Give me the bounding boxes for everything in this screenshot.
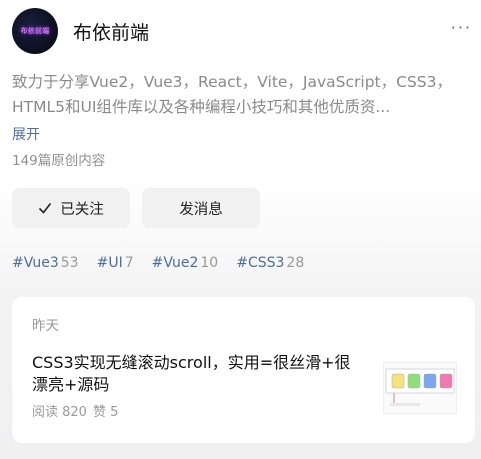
article-time: 昨天 bbox=[32, 318, 59, 334]
topic-tags: #Vue3 53 #UI 7 #Vue2 10 #CSS3 28 bbox=[12, 255, 322, 271]
tag-css3[interactable]: #CSS3 28 bbox=[236, 255, 304, 271]
article-title[interactable]: CSS3实现无缝滚动scroll，实用=很丝滑+很漂亮+源码 bbox=[32, 352, 352, 396]
message-button[interactable]: 发消息 bbox=[142, 188, 260, 228]
article-thumbnail bbox=[383, 362, 457, 414]
tag-count: 28 bbox=[286, 255, 305, 271]
thumb-block bbox=[391, 373, 405, 389]
thumb-block bbox=[407, 373, 421, 389]
tag-vue3[interactable]: #Vue3 53 bbox=[12, 255, 79, 271]
message-label: 发消息 bbox=[179, 201, 223, 218]
tag-name: #CSS3 bbox=[236, 255, 285, 271]
follow-button[interactable]: 已关注 bbox=[12, 188, 130, 228]
follow-label: 已关注 bbox=[60, 201, 104, 218]
account-description: 致力于分享Vue2，Vue3，React，Vite，JavaScript，CSS… bbox=[12, 73, 452, 116]
avatar-text: 布依前端 bbox=[20, 27, 50, 35]
account-name[interactable]: 布依前端 bbox=[73, 18, 149, 45]
tag-vue2[interactable]: #Vue2 10 bbox=[152, 255, 219, 271]
tag-count: 53 bbox=[60, 255, 79, 271]
article-meta: 阅读 820 赞 5 bbox=[32, 401, 124, 420]
article-card[interactable]: 昨天 CSS3实现无缝滚动scroll，实用=很丝滑+很漂亮+源码 阅读 820… bbox=[12, 297, 475, 443]
post-count: 149篇原创内容 bbox=[12, 153, 106, 169]
tag-ui[interactable]: #UI 7 bbox=[97, 255, 134, 271]
tag-count: 7 bbox=[124, 255, 134, 271]
tag-name: #Vue2 bbox=[151, 255, 199, 271]
tag-name: #UI bbox=[96, 255, 123, 271]
checkmark-icon bbox=[39, 203, 52, 214]
profile-header: 布依前端 布依前端 ··· bbox=[12, 8, 472, 54]
more-options-icon[interactable]: ··· bbox=[451, 18, 472, 37]
expand-link[interactable]: 展开 bbox=[12, 124, 40, 144]
read-count: 阅读 820 bbox=[32, 405, 87, 420]
thumb-block bbox=[423, 373, 437, 389]
tag-count: 10 bbox=[200, 255, 219, 271]
like-count: 赞 5 bbox=[92, 405, 119, 420]
avatar[interactable]: 布依前端 bbox=[12, 8, 58, 54]
thumb-block bbox=[439, 373, 453, 389]
tag-name: #Vue3 bbox=[12, 255, 59, 271]
